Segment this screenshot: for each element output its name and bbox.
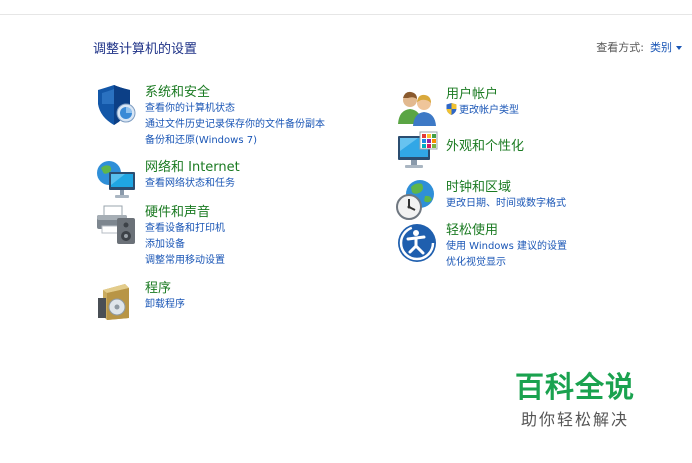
uac-shield-icon: [446, 103, 457, 115]
system-security-link-2[interactable]: 通过文件历史记录保存你的文件备份副本: [145, 117, 325, 133]
clock-globe-icon: [396, 180, 434, 220]
watermark-title: 百科全说: [515, 370, 636, 404]
system-security-link-1[interactable]: 查看你的计算机状态: [145, 101, 325, 117]
users-icon: [398, 91, 436, 126]
programs-title[interactable]: 程序: [145, 280, 185, 297]
chevron-down-icon: [676, 46, 682, 50]
clock-region-link-1[interactable]: 更改日期、时间或数字格式: [446, 196, 566, 212]
hardware-link-3[interactable]: 调整常用移动设置: [145, 253, 225, 269]
hardware-title[interactable]: 硬件和声音: [145, 204, 225, 221]
ease-of-access-link-2[interactable]: 优化视觉显示: [446, 255, 567, 271]
appearance-monitor-icon: [398, 131, 438, 168]
clock-region-title[interactable]: 时钟和区域: [446, 179, 566, 196]
system-security-link-3[interactable]: 备份和还原(Windows 7): [145, 133, 325, 149]
ease-of-access-link-1[interactable]: 使用 Windows 建议的设置: [446, 239, 567, 255]
hardware-link-1[interactable]: 查看设备和打印机: [145, 221, 225, 237]
view-by-dropdown[interactable]: 类别: [650, 41, 682, 54]
watermark: 百科全说 助你轻松解决: [515, 370, 635, 430]
network-title[interactable]: 网络和 Internet: [145, 159, 240, 176]
user-accounts-title[interactable]: 用户帐户: [446, 86, 519, 103]
watermark-subtitle: 助你轻松解决: [521, 410, 630, 429]
ease-of-access-icon: [398, 224, 436, 262]
view-by-value: 类别: [650, 41, 672, 54]
programs-link-1[interactable]: 卸载程序: [145, 297, 185, 313]
programs-box-icon: [98, 284, 129, 320]
appearance-title[interactable]: 外观和个性化: [446, 138, 524, 155]
hardware-link-2[interactable]: 添加设备: [145, 237, 225, 253]
view-by: 查看方式: 类别: [596, 39, 682, 55]
user-accounts-link-1-text: 更改帐户类型: [459, 105, 519, 116]
ease-of-access-title[interactable]: 轻松使用: [446, 222, 567, 239]
user-accounts-link-1[interactable]: 更改帐户类型: [446, 103, 519, 119]
view-by-label: 查看方式:: [596, 41, 644, 54]
top-divider: [0, 14, 692, 15]
network-globe-icon: [97, 161, 135, 198]
page-title: 调整计算机的设置: [93, 42, 198, 57]
security-shield-icon: [98, 85, 136, 125]
network-link-1[interactable]: 查看网络状态和任务: [145, 176, 240, 192]
system-security-title[interactable]: 系统和安全: [145, 84, 325, 101]
printer-speaker-icon: [97, 205, 135, 244]
